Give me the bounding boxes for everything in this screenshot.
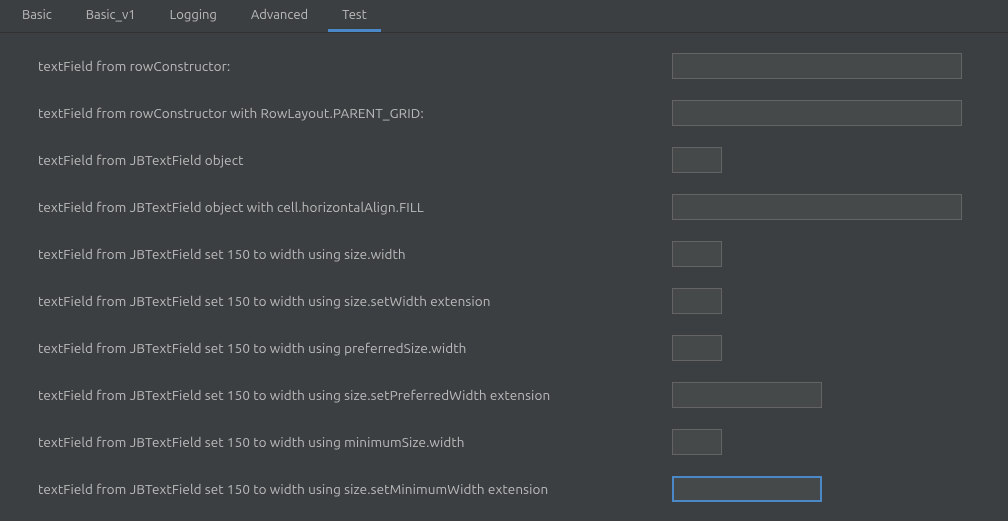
row-label: textField from JBTextField set 150 to wi… — [38, 340, 672, 356]
form-row: textField from JBTextField set 150 to wi… — [38, 382, 994, 408]
field-cell — [672, 476, 994, 502]
row-label: textField from JBTextField object with c… — [38, 199, 672, 215]
textfield-setwidth-extension[interactable] — [672, 288, 722, 314]
form-row: textField from rowConstructor with RowLa… — [38, 100, 994, 126]
form-row: textField from JBTextField set 150 to wi… — [38, 335, 994, 361]
form-row: textField from JBTextField set 150 to wi… — [38, 429, 994, 455]
row-label: textField from JBTextField set 150 to wi… — [38, 434, 672, 450]
test-panel: textField from rowConstructor: textField… — [0, 33, 1008, 502]
textfield-row-constructor[interactable] — [672, 53, 962, 79]
tab-logging[interactable]: Logging — [156, 0, 231, 32]
row-label: textField from JBTextField set 150 to wi… — [38, 293, 672, 309]
field-cell — [672, 194, 994, 220]
textfield-row-constructor-parent-grid[interactable] — [672, 100, 962, 126]
form-row: textField from JBTextField set 150 to wi… — [38, 288, 994, 314]
textfield-jbtextfield-object[interactable] — [672, 147, 722, 173]
textfield-preferredsize-width[interactable] — [672, 335, 722, 361]
textfield-size-width[interactable] — [672, 241, 722, 267]
field-cell — [672, 53, 994, 79]
textfield-setminimumwidth-extension[interactable] — [672, 476, 822, 502]
field-cell — [672, 147, 994, 173]
tab-bar: Basic Basic_v1 Logging Advanced Test — [0, 0, 1008, 33]
tab-advanced[interactable]: Advanced — [237, 0, 322, 32]
field-cell — [672, 335, 994, 361]
form-row: textField from JBTextField set 150 to wi… — [38, 476, 994, 502]
field-cell — [672, 288, 994, 314]
tab-basic-v1[interactable]: Basic_v1 — [72, 0, 150, 32]
field-cell — [672, 100, 994, 126]
form-row: textField from JBTextField set 150 to wi… — [38, 241, 994, 267]
textfield-jbtextfield-fill[interactable] — [672, 194, 962, 220]
tab-basic[interactable]: Basic — [8, 0, 66, 32]
field-cell — [672, 241, 994, 267]
row-label: textField from rowConstructor: — [38, 58, 672, 74]
form-row: textField from JBTextField object — [38, 147, 994, 173]
tab-test[interactable]: Test — [328, 0, 381, 32]
form-row: textField from JBTextField object with c… — [38, 194, 994, 220]
row-label: textField from JBTextField object — [38, 152, 672, 168]
field-cell — [672, 382, 994, 408]
row-label: textField from JBTextField set 150 to wi… — [38, 246, 672, 262]
field-cell — [672, 429, 994, 455]
textfield-setpreferredwidth-extension[interactable] — [672, 382, 822, 408]
form-row: textField from rowConstructor: — [38, 53, 994, 79]
row-label: textField from JBTextField set 150 to wi… — [38, 481, 672, 497]
row-label: textField from rowConstructor with RowLa… — [38, 105, 672, 121]
textfield-minimumsize-width[interactable] — [672, 429, 722, 455]
row-label: textField from JBTextField set 150 to wi… — [38, 387, 672, 403]
